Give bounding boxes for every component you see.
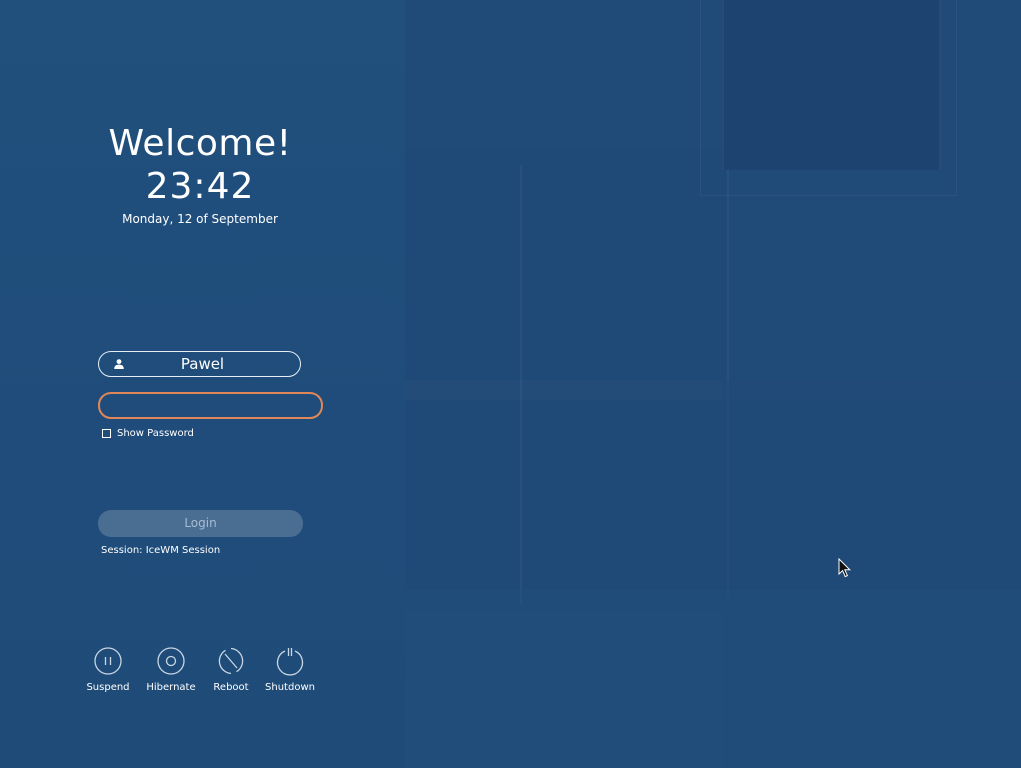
- hibernate-label: Hibernate: [146, 682, 196, 693]
- username-value: Pawel: [180, 355, 225, 373]
- show-password-toggle[interactable]: Show Password: [102, 428, 194, 439]
- greeter-header: Welcome! 23:42 Monday, 12 of September: [80, 122, 320, 228]
- background-right-lower: [722, 380, 1021, 768]
- background-mid-band: [405, 380, 1021, 400]
- suspend-label: Suspend: [86, 682, 130, 693]
- reboot-label: Reboot: [213, 682, 249, 693]
- date-label: Monday, 12 of September: [122, 212, 278, 226]
- username-field[interactable]: Pawel: [98, 351, 301, 377]
- hibernate-circle-icon: [157, 647, 185, 675]
- suspend-button[interactable]: Suspend: [78, 646, 138, 695]
- reboot-icon: [218, 647, 244, 675]
- show-password-label: Show Password: [117, 428, 194, 439]
- background-center-shape: [405, 150, 725, 610]
- password-input[interactable]: [98, 392, 323, 419]
- background-top-right-lines: [700, 0, 957, 196]
- hibernate-button[interactable]: Hibernate: [141, 646, 201, 695]
- session-selector[interactable]: Session: IceWM Session: [101, 544, 220, 558]
- background-bottom-band: [405, 590, 1021, 768]
- shutdown-label: Shutdown: [265, 682, 315, 693]
- show-password-checkbox[interactable]: [102, 429, 111, 438]
- shutdown-button[interactable]: Shutdown: [260, 646, 320, 695]
- power-icon: [276, 648, 304, 676]
- clock: 23:42: [145, 166, 255, 207]
- user-icon: [114, 359, 124, 369]
- welcome-title: Welcome!: [108, 123, 292, 164]
- mouse-pointer-icon: [838, 558, 852, 578]
- login-button[interactable]: Login: [98, 510, 303, 537]
- background-top-right-box: [722, 0, 941, 170]
- reboot-button[interactable]: Reboot: [201, 646, 261, 695]
- power-actions: Suspend Hibernate Reboot Shutdown: [80, 646, 330, 696]
- background-center-lines: [520, 165, 729, 605]
- pause-circle-icon: [94, 647, 122, 675]
